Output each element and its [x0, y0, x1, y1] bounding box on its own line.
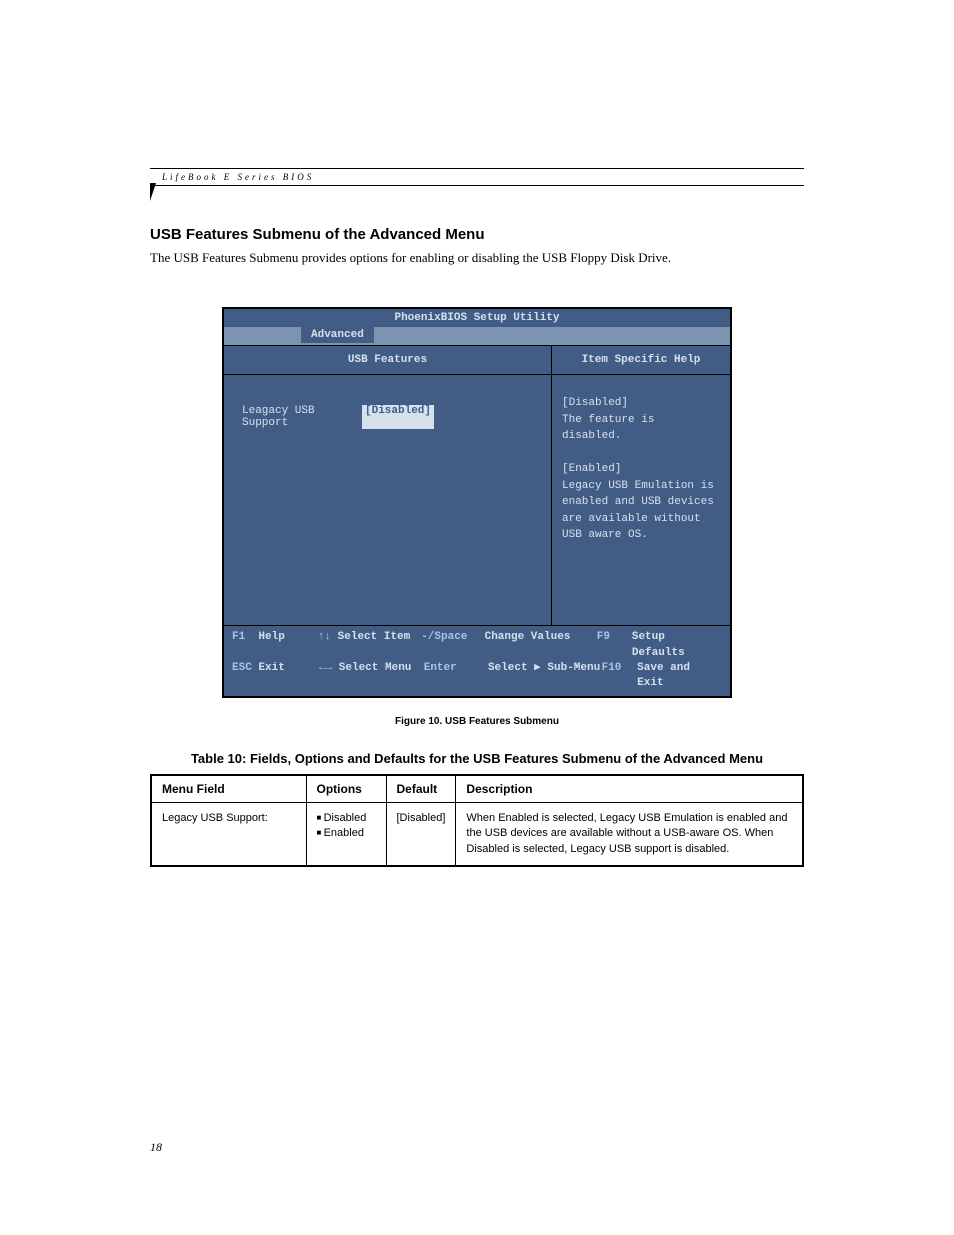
bios-tab-advanced: Advanced — [301, 327, 374, 343]
th-menu-field: Menu Field — [151, 775, 306, 803]
bios-help-content: [Disabled] The feature is disabled. [Ena… — [552, 375, 730, 625]
help-enabled-text: Legacy USB Emulation is enabled and USB … — [562, 478, 720, 544]
th-description: Description — [456, 775, 803, 803]
td-description: When Enabled is selected, Legacy USB Emu… — [456, 802, 803, 866]
help-disabled-title: [Disabled] — [562, 395, 720, 412]
figure-caption: Figure 10. USB Features Submenu — [150, 716, 804, 727]
bios-setting-value: [Disabled] — [362, 405, 434, 429]
bios-right-header: Item Specific Help — [552, 346, 730, 375]
td-options: Disabled Enabled — [306, 802, 386, 866]
td-menu-field: Legacy USB Support: — [151, 802, 306, 866]
th-options: Options — [306, 775, 386, 803]
running-header: LifeBook E Series BIOS — [150, 168, 804, 186]
table-title: Table 10: Fields, Options and Defaults f… — [150, 751, 804, 766]
bios-utility-title: PhoenixBIOS Setup Utility — [224, 309, 730, 327]
page-number: 18 — [150, 1140, 162, 1155]
td-default: [Disabled] — [386, 802, 456, 866]
option-item: Enabled — [317, 826, 376, 841]
table-row: Legacy USB Support: Disabled Enabled [Di… — [151, 802, 803, 866]
bios-footer: F1 Help ↑↓ Select Item -/Space Change Va… — [224, 625, 730, 696]
fields-table: Menu Field Options Default Description L… — [150, 774, 804, 867]
section-description: The USB Features Submenu provides option… — [150, 249, 804, 267]
help-disabled-text: The feature is disabled. — [562, 412, 720, 445]
bios-setting-label: Leagacy USB Support — [242, 405, 362, 429]
bios-left-header: USB Features — [224, 346, 551, 375]
bios-setting-row: Leagacy USB Support [Disabled] — [242, 405, 533, 429]
bios-tab-bar: Advanced — [224, 327, 730, 345]
bios-screenshot: PhoenixBIOS Setup Utility Advanced USB F… — [222, 307, 732, 698]
option-item: Disabled — [317, 811, 376, 826]
th-default: Default — [386, 775, 456, 803]
header-notch-icon — [150, 183, 156, 201]
help-enabled-title: [Enabled] — [562, 461, 720, 478]
running-title: LifeBook E Series BIOS — [162, 172, 314, 182]
section-title: USB Features Submenu of the Advanced Men… — [150, 226, 804, 243]
